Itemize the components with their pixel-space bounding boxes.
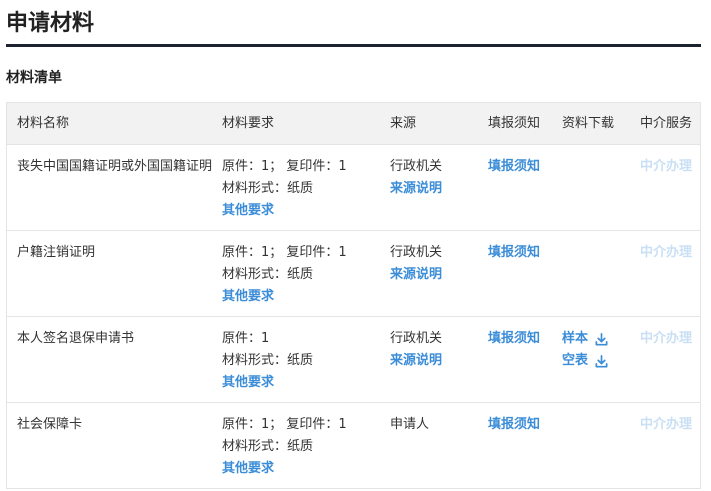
agent-cell: 中介办理 [640,328,700,350]
agent-service-link: 中介办理 [640,331,693,346]
fill-notice-link[interactable]: 填报须知 [488,156,558,178]
download-cell: 样本 空表 [562,328,632,372]
header-fill-notice: 填报须知 [488,116,541,131]
agent-cell: 中介办理 [640,156,700,178]
material-requirement: 原件：1； 复印件：1 材料形式：纸质 其他要求 [222,156,382,222]
agent-cell: 中介办理 [640,414,700,436]
other-requirements-link[interactable]: 其他要求 [222,372,382,394]
fill-notice-link[interactable]: 填报须知 [488,414,558,436]
table-row: 本人签名退保申请书 原件：1 材料形式：纸质 其他要求 行政机关 来源说明 填报… [7,317,700,403]
table-row: 社会保障卡 原件：1； 复印件：1 材料形式：纸质 其他要求 申请人 填报须知 … [7,403,700,488]
agent-service-link: 中介办理 [640,159,693,174]
requirement-count: 原件：1； 复印件：1 [222,245,347,260]
header-agent: 中介服务 [640,116,693,131]
requirement-count: 原件：1； 复印件：1 [222,159,347,174]
material-source: 行政机关 来源说明 [390,328,480,372]
material-source: 行政机关 来源说明 [390,242,480,286]
material-requirement: 原件：1 材料形式：纸质 其他要求 [222,328,382,394]
material-source: 申请人 [390,414,480,436]
requirement-form: 材料形式：纸质 [222,439,314,454]
source-text: 申请人 [390,417,430,432]
fill-notice-link[interactable]: 填报须知 [488,242,558,264]
fill-notice-cell: 填报须知 [488,328,558,350]
header-name: 材料名称 [17,116,70,131]
download-icon [595,354,608,367]
material-name: 社会保障卡 [17,417,83,432]
header-requirement: 材料要求 [222,116,275,131]
requirement-count: 原件：1 [222,331,270,346]
material-name: 本人签名退保申请书 [17,331,135,346]
title-divider [6,44,701,47]
requirement-form: 材料形式：纸质 [222,267,314,282]
source-text: 行政机关 [390,245,443,260]
section-title: 材料清单 [6,70,62,86]
table-row: 丧失中国国籍证明或外国国籍证明 原件：1； 复印件：1 材料形式：纸质 其他要求… [7,145,700,231]
source-note-link[interactable]: 来源说明 [390,264,480,286]
requirement-form: 材料形式：纸质 [222,353,314,368]
source-note-link[interactable]: 来源说明 [390,350,480,372]
fill-notice-cell: 填报须知 [488,156,558,178]
page-title: 申请材料 [6,11,95,36]
material-name: 户籍注销证明 [17,245,96,260]
fill-notice-link[interactable]: 填报须知 [488,328,558,350]
table-row: 户籍注销证明 原件：1； 复印件：1 材料形式：纸质 其他要求 行政机关 来源说… [7,231,700,317]
requirement-form: 材料形式：纸质 [222,181,314,196]
download-sample-label: 样本 [562,331,589,346]
materials-table: 材料名称 材料要求 来源 填报须知 资料下载 中介服务 丧失中国国籍证明或外国国… [6,102,701,489]
fill-notice-cell: 填报须知 [488,414,558,436]
table-header: 材料名称 材料要求 来源 填报须知 资料下载 中介服务 [7,103,700,145]
other-requirements-link[interactable]: 其他要求 [222,286,382,308]
other-requirements-link[interactable]: 其他要求 [222,458,382,480]
agent-service-link: 中介办理 [640,245,693,260]
download-blank-label: 空表 [562,353,589,368]
source-text: 行政机关 [390,159,443,174]
agent-cell: 中介办理 [640,242,700,264]
material-requirement: 原件：1； 复印件：1 材料形式：纸质 其他要求 [222,242,382,308]
requirement-count: 原件：1； 复印件：1 [222,417,347,432]
header-source: 来源 [390,116,417,131]
source-note-link[interactable]: 来源说明 [390,178,480,200]
download-sample-link[interactable]: 样本 [562,328,632,350]
material-name: 丧失中国国籍证明或外国国籍证明 [17,159,213,174]
fill-notice-cell: 填报须知 [488,242,558,264]
source-text: 行政机关 [390,331,443,346]
material-source: 行政机关 来源说明 [390,156,480,200]
download-icon [595,332,608,345]
agent-service-link: 中介办理 [640,417,693,432]
material-requirement: 原件：1； 复印件：1 材料形式：纸质 其他要求 [222,414,382,480]
download-blank-link[interactable]: 空表 [562,350,632,372]
header-download: 资料下载 [562,116,615,131]
other-requirements-link[interactable]: 其他要求 [222,200,382,222]
